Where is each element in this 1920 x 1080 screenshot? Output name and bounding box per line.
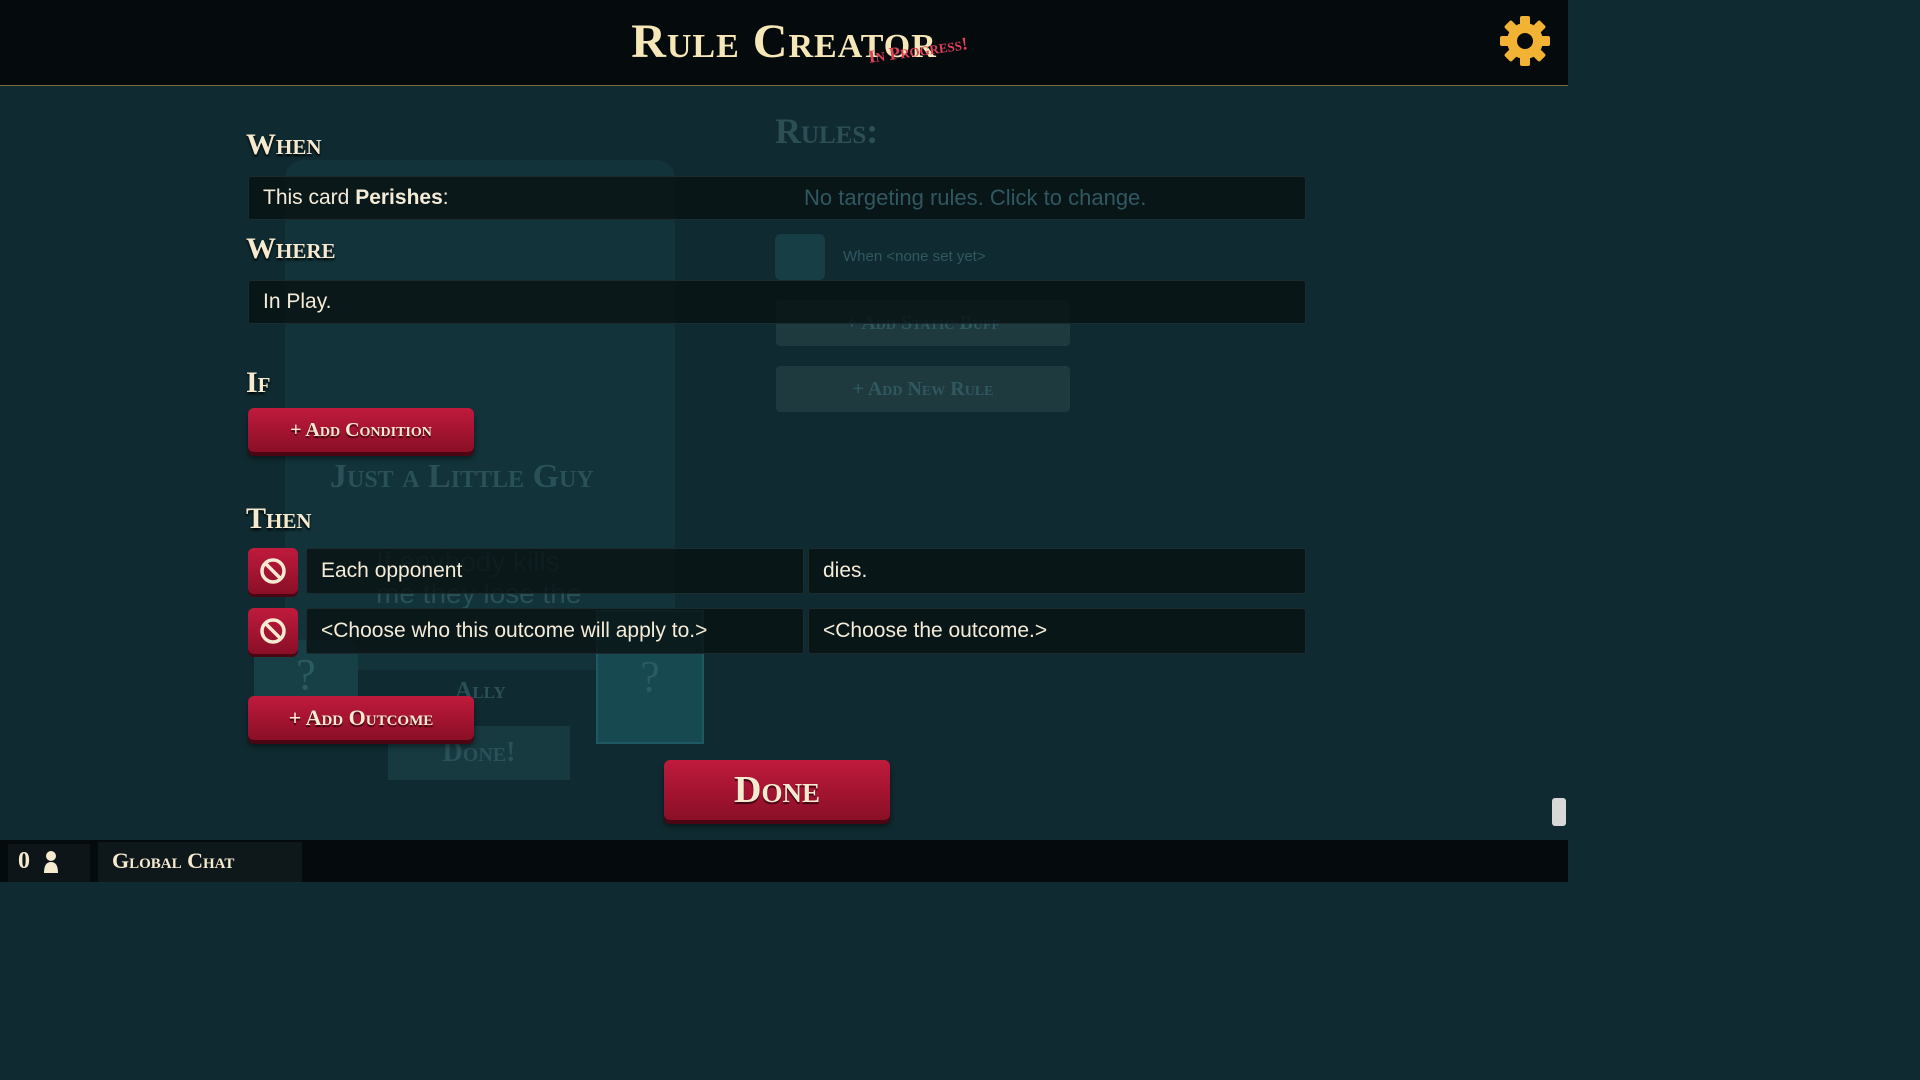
background-targeting-text: No targeting rules. Click to change.	[804, 185, 1147, 210]
when-text-suffix: :	[442, 186, 449, 209]
add-outcome-button[interactable]: + Add Outcome	[248, 696, 474, 740]
background-rules-title: Rules:	[775, 111, 879, 151]
background-ban-button	[775, 234, 825, 280]
outcome-effect-field[interactable]: dies.	[808, 548, 1306, 594]
page-title: Rule Creator	[631, 15, 937, 68]
when-text-prefix: This card	[263, 186, 356, 209]
remove-outcome-button-1[interactable]	[248, 548, 298, 594]
ban-icon	[260, 618, 286, 644]
when-text-bold: Perishes	[355, 186, 443, 209]
background-when-text: When <none set yet>	[843, 248, 986, 265]
background-card-name: Just a Little Guy	[330, 458, 594, 495]
where-zone-field[interactable]: In Play.	[248, 280, 1306, 324]
outcome-effect-field[interactable]: <Choose the outcome.>	[808, 608, 1306, 654]
scrollbar-thumb[interactable]	[1552, 798, 1566, 826]
remove-outcome-button-2[interactable]	[248, 608, 298, 654]
when-label: When	[246, 128, 322, 161]
ban-icon	[260, 558, 286, 584]
done-button[interactable]: Done	[664, 760, 890, 820]
outcome-target-field[interactable]: <Choose who this outcome will apply to.>	[306, 608, 804, 654]
then-label: Then	[246, 502, 312, 535]
settings-button[interactable]	[1498, 14, 1552, 68]
gear-icon	[1500, 16, 1550, 66]
outcome-target-field[interactable]: Each opponent	[306, 548, 804, 594]
global-chat-label: Global Chat	[112, 848, 235, 873]
add-condition-button[interactable]: + Add Condition	[248, 408, 474, 452]
if-label: If	[246, 366, 271, 399]
where-label: Where	[246, 232, 336, 265]
online-count: 0	[18, 848, 30, 874]
background-add-new-rule: + Add New Rule	[776, 366, 1070, 412]
person-icon	[44, 851, 58, 873]
